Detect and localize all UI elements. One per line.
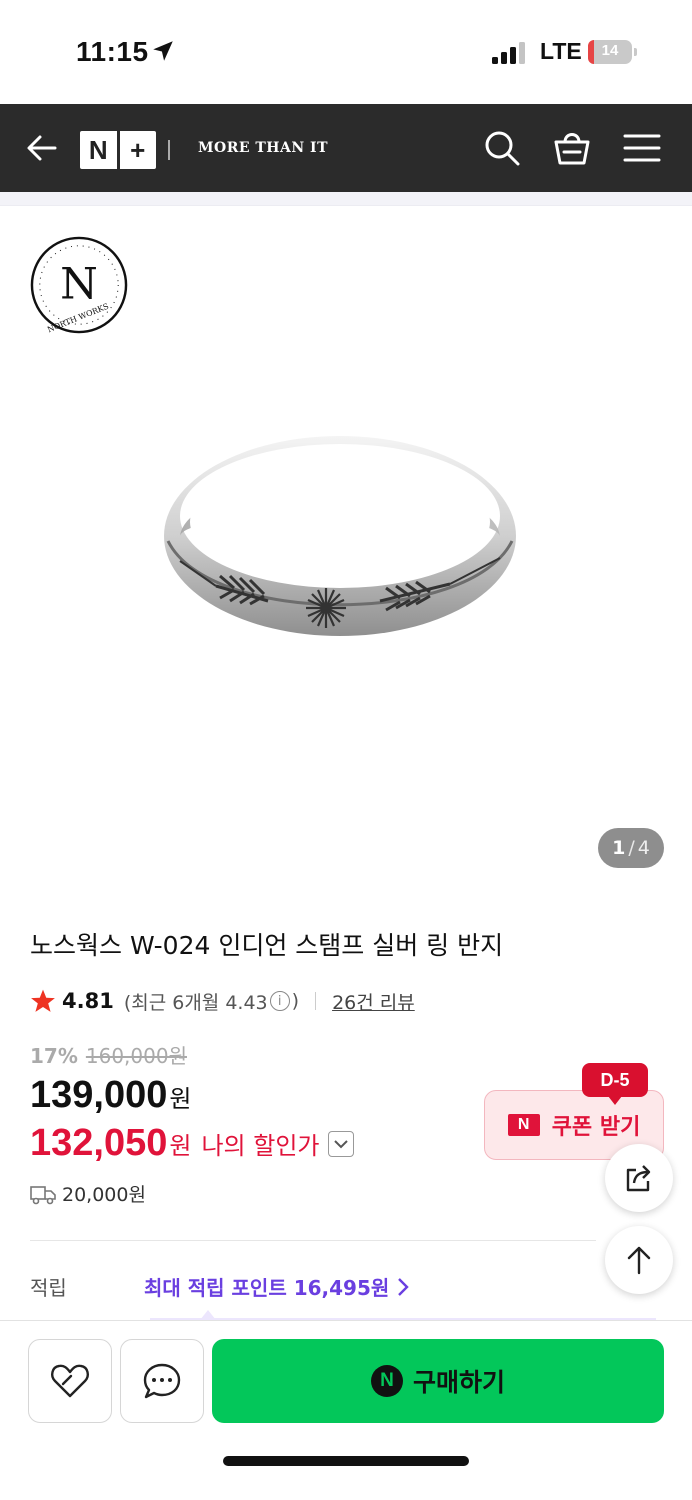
brand-logo-image: N NORTH WORKS [30,236,128,334]
store-logo-plus: + [130,134,146,165]
status-time: 11:15 [76,36,149,67]
my-discount-price-row[interactable]: 132,050 원 나의 할인가 [30,1122,354,1165]
brand-logo-letter: N [60,260,98,310]
recent-rating: (최근 6개월 4.43 [123,991,268,1014]
top-navigation-bar: N + MORE THAN IT [0,104,692,192]
shipping-row: 20,000원 [30,1180,146,1207]
review-count-link[interactable]: 26건 리뷰 [332,988,415,1015]
chevron-right-icon [398,1277,409,1296]
buy-now-button[interactable]: N 구매하기 [212,1339,664,1423]
discount-row: 17% 160,000원 [30,1040,187,1069]
search-icon[interactable] [482,128,522,168]
product-image-gallery[interactable]: N NORTH WORKS 1 / 4 [0,206,692,896]
nav-bottom-strip [0,192,692,206]
delivery-truck-icon [30,1185,56,1204]
battery-icon: 14 [588,40,638,64]
scroll-to-top-button[interactable] [605,1226,673,1294]
coupon-deadline-badge: D-5 [582,1063,648,1105]
buy-now-label: 구매하기 [412,1368,505,1397]
product-title: 노스웍스 W-024 인디언 스탬프 실버 링 반지 [30,931,504,960]
chevron-down-icon[interactable] [327,1130,354,1157]
cellular-signal-icon [492,42,525,64]
shopping-basket-icon[interactable] [552,128,592,168]
max-points-value: 최대 적립 포인트 16,495원 [144,1276,390,1300]
info-icon[interactable]: i [269,991,290,1011]
battery-level: 14 [601,42,619,59]
heart-icon [51,1364,89,1398]
store-logo-n: N [80,131,120,169]
image-total-count: 4 [637,837,650,859]
bottom-action-bar: N 구매하기 [0,1320,692,1500]
nav-divider [168,140,170,160]
rating-score: 4.81 [62,989,114,1013]
chat-bubble-icon [143,1363,181,1399]
recent-rating-close: ) [291,990,300,1012]
sale-price: 139,000 [30,1074,168,1116]
points-label: 적립 [30,1276,67,1300]
points-row[interactable]: 적립 최대 적립 포인트 16,495원 [30,1272,411,1301]
image-page-counter: 1 / 4 [598,828,664,868]
rating-row: 4.81 (최근 6개월 4.43 i ) 26건 리뷰 [30,986,415,1016]
hamburger-menu-icon[interactable] [622,128,662,168]
share-button[interactable] [605,1144,673,1212]
shipping-fee: 20,000원 [62,1184,146,1206]
image-counter-separator: / [628,837,635,859]
network-type: LTE [540,38,582,64]
naver-pay-logo: N [370,1365,403,1397]
home-indicator [223,1456,469,1466]
back-arrow-icon[interactable] [24,130,60,166]
location-arrow-icon [153,41,173,61]
original-price: 160,000원 [85,1044,187,1068]
arrow-up-icon [627,1246,651,1275]
star-icon [31,989,55,1012]
section-divider [30,1240,596,1241]
wishlist-button[interactable] [28,1339,112,1423]
sale-price-unit: 원 [169,1085,192,1113]
store-tagline: MORE THAN IT [198,140,329,156]
naver-coupon-logo: N [507,1114,540,1136]
discount-rate: 17% [30,1044,78,1068]
talk-button[interactable] [120,1339,204,1423]
image-current-index: 1 [612,837,626,859]
store-logo[interactable]: N + [80,131,156,169]
my-discount-label: 나의 할인가 [201,1132,320,1160]
status-bar: 11:15 LTE 14 [0,0,692,104]
sale-price-row: 139,000 원 [30,1074,191,1117]
silver-ring-photo [164,436,516,636]
rating-divider [315,992,317,1010]
my-discount-price-unit: 원 [169,1132,192,1160]
get-coupon-label: 쿠폰 받기 [551,1115,641,1140]
my-discount-price: 132,050 [30,1122,168,1164]
share-icon [626,1165,651,1192]
